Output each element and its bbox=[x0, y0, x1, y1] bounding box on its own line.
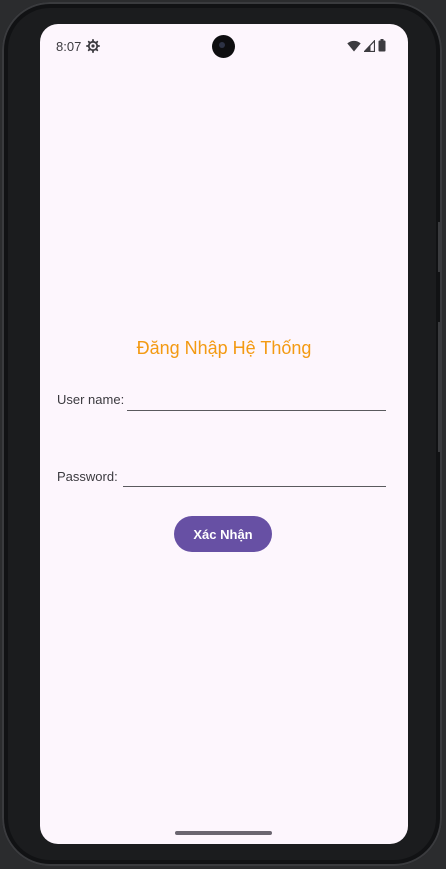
front-camera bbox=[212, 35, 235, 58]
wifi-icon bbox=[347, 40, 361, 52]
confirm-button[interactable]: Xác Nhận bbox=[174, 516, 272, 552]
status-icons bbox=[347, 39, 386, 52]
status-bar: 8:07 bbox=[40, 24, 408, 68]
password-input[interactable] bbox=[123, 464, 386, 487]
username-label: User name: bbox=[57, 392, 125, 407]
username-input[interactable] bbox=[127, 388, 386, 411]
cell-signal-icon bbox=[364, 39, 375, 52]
battery-icon bbox=[378, 39, 386, 52]
gear-icon bbox=[85, 38, 101, 54]
status-time: 8:07 bbox=[56, 39, 82, 54]
login-title: Đăng Nhập Hệ Thống bbox=[136, 338, 312, 358]
password-label: Password: bbox=[57, 469, 118, 484]
phone-frame: 8:07 Đăng Nhập Hệ Thống User name: Passw… bbox=[2, 2, 442, 866]
gesture-nav-handle[interactable] bbox=[175, 831, 272, 835]
app-screen: 8:07 Đăng Nhập Hệ Thống User name: Passw… bbox=[40, 24, 408, 844]
power-button bbox=[438, 222, 442, 272]
volume-button bbox=[438, 322, 442, 452]
